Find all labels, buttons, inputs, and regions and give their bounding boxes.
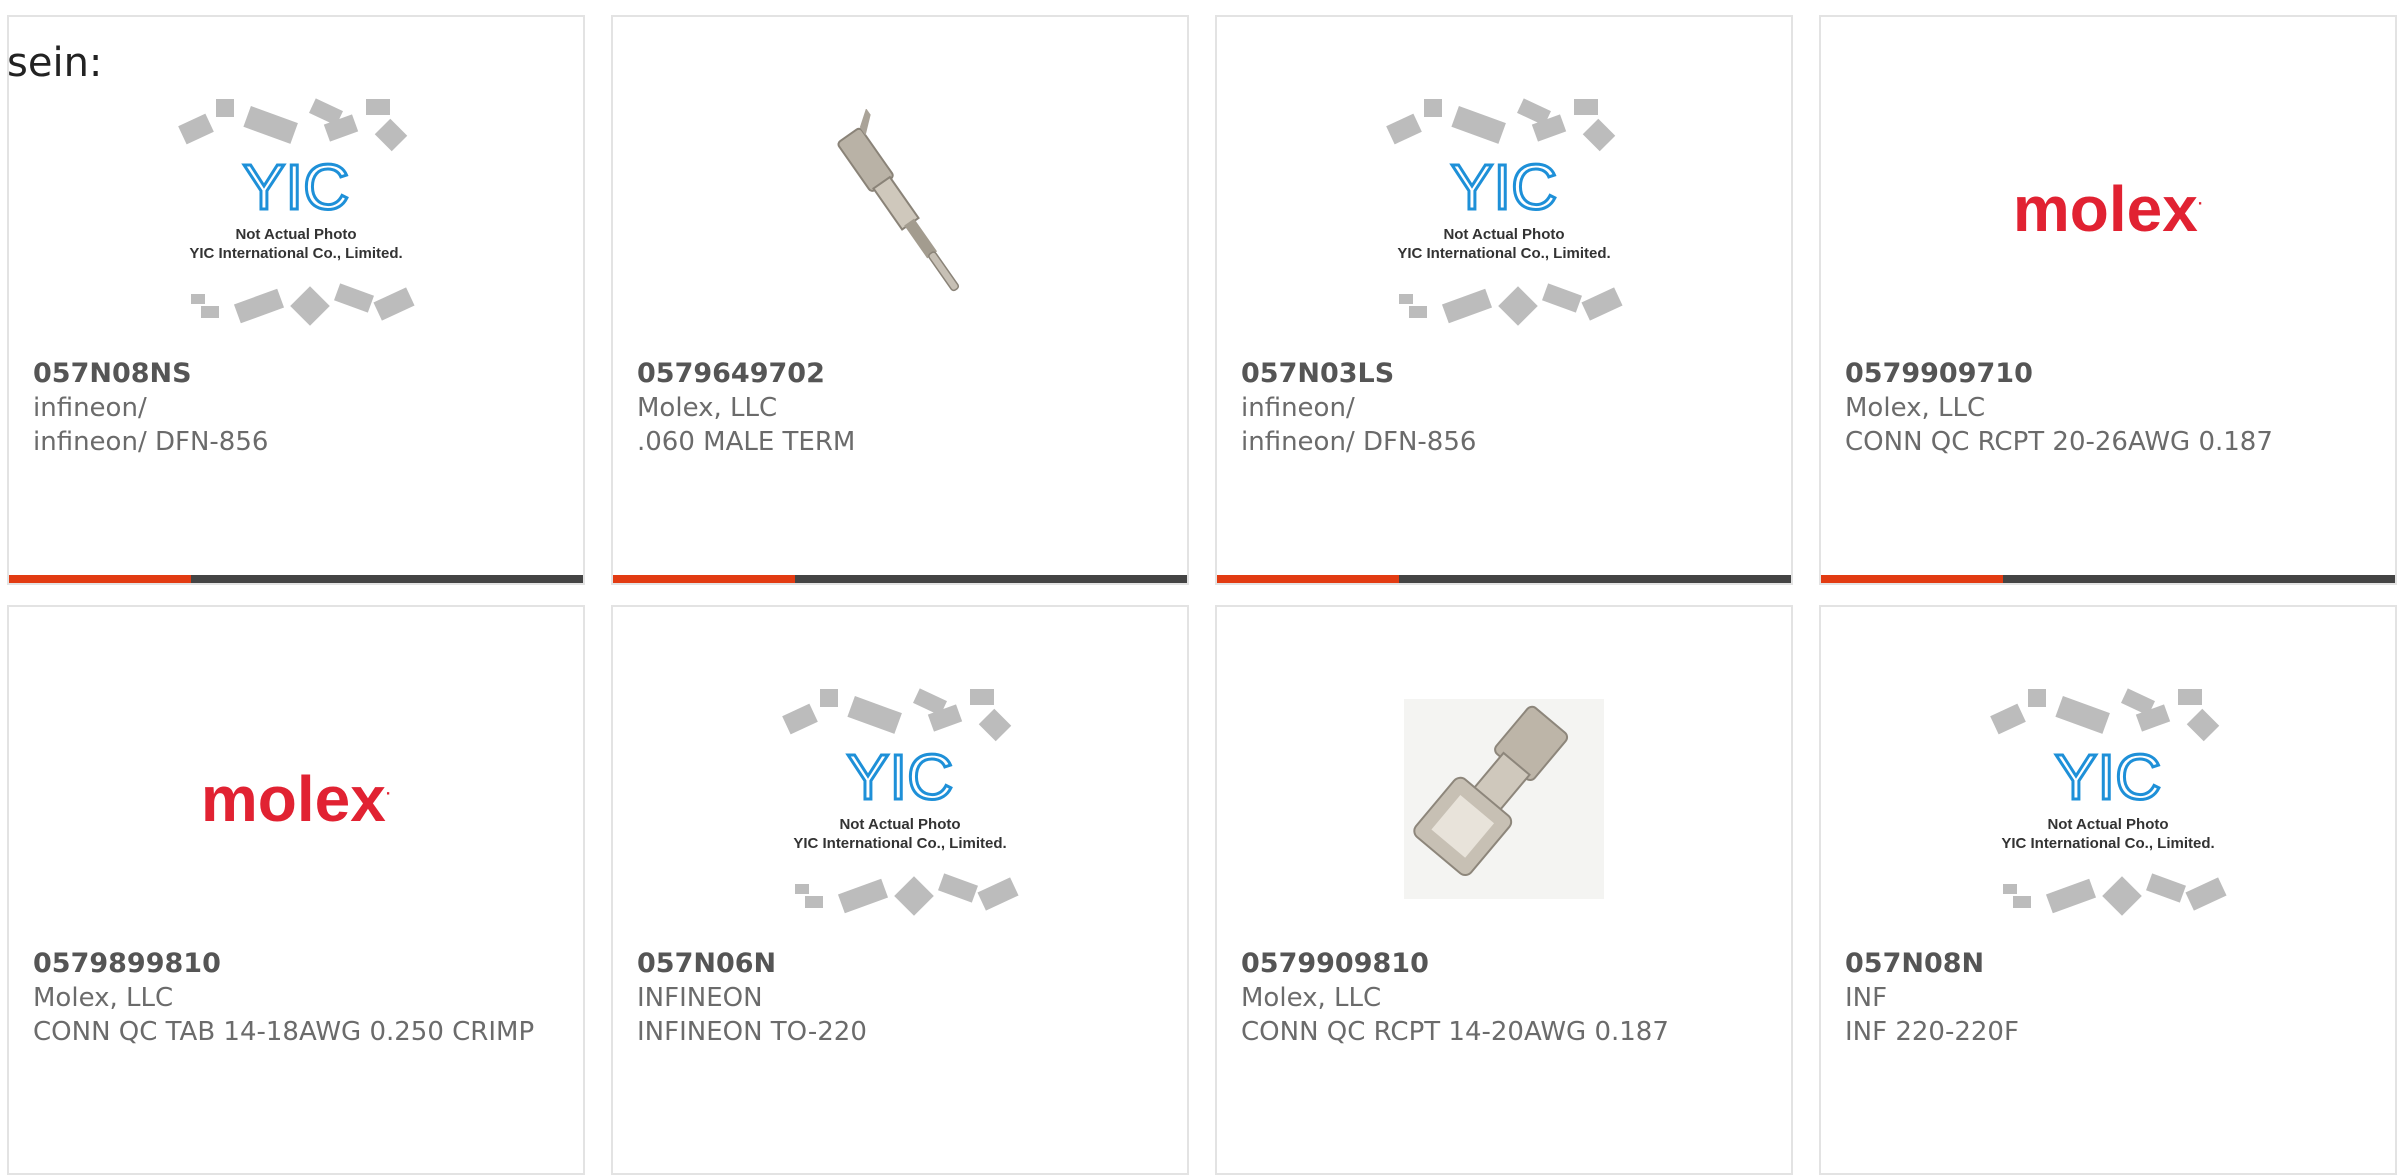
manufacturer: infineon/ [33, 393, 147, 423]
svg-text:Not Actual Photo: Not Actual Photo [1443, 226, 1564, 243]
part-number[interactable]: 057N06N [637, 947, 1171, 981]
svg-text:YIC: YIC [2055, 741, 2162, 813]
product-image [755, 79, 1045, 339]
svg-text:YIC: YIC [1451, 151, 1558, 223]
description: infineon/ DFN-856 [1241, 427, 1477, 457]
manufacturer: infineon/ [1241, 393, 1355, 423]
product-card[interactable]: YIC Not Actual Photo YIC International C… [611, 605, 1189, 1175]
svg-text:YIC International Co., Limited: YIC International Co., Limited. [189, 245, 402, 262]
molex-logo-image: molex· [1963, 79, 2253, 339]
description: infineon/ DFN-856 [33, 427, 269, 457]
product-info: 057N03LS infineon/ infineon/ DFN-856 [1241, 357, 1775, 459]
description: CONN QC RCPT 20-26AWG 0.187 [1845, 427, 2273, 457]
chip-collage-icon: YIC Not Actual Photo YIC International C… [178, 98, 415, 326]
product-image-placeholder: YIC Not Actual Photo YIC International C… [1359, 79, 1649, 339]
product-info: 0579909810 Molex, LLC CONN QC RCPT 14-20… [1241, 947, 1775, 1049]
molex-logo-icon: molex· [2012, 173, 2204, 245]
manufacturer: Molex, LLC [637, 393, 778, 423]
product-grid: YIC Not Actual Photo YIC International C… [0, 0, 2400, 1175]
description: .060 MALE TERM [637, 427, 856, 457]
svg-text:YIC: YIC [847, 741, 954, 813]
product-info: 0579909710 Molex, LLC CONN QC RCPT 20-26… [1845, 357, 2379, 459]
part-number[interactable]: 057N08N [1845, 947, 2379, 981]
chip-collage-icon: YIC Not Actual Photo YIC International C… [782, 688, 1019, 916]
manufacturer: INF [1845, 983, 1888, 1013]
svg-text:YIC: YIC [243, 151, 350, 223]
svg-text:YIC International Co., Limited: YIC International Co., Limited. [793, 835, 1006, 852]
product-card[interactable]: YIC Not Actual Photo YIC International C… [1819, 605, 2397, 1175]
part-number[interactable]: 0579649702 [637, 357, 1171, 391]
product-info: 057N08NS infineon/ infineon/ DFN-856 [33, 357, 567, 459]
manufacturer: Molex, LLC [1241, 983, 1382, 1013]
part-number[interactable]: 057N03LS [1241, 357, 1775, 391]
product-info: 057N06N INFINEON INFINEON TO-220 [637, 947, 1171, 1049]
svg-text:Not Actual Photo: Not Actual Photo [2047, 816, 2168, 833]
description: INFINEON TO-220 [637, 1017, 867, 1047]
product-card[interactable]: YIC Not Actual Photo YIC International C… [7, 15, 585, 585]
chip-collage-icon: YIC Not Actual Photo YIC International C… [1386, 98, 1623, 326]
product-card[interactable]: 0579909810 Molex, LLC CONN QC RCPT 14-20… [1215, 605, 1793, 1175]
chip-collage-icon: YIC Not Actual Photo YIC International C… [1990, 688, 2227, 916]
card-bar [1217, 575, 1791, 583]
manufacturer: INFINEON [637, 983, 763, 1013]
description: CONN QC TAB 14-18AWG 0.250 CRIMP [33, 1017, 535, 1047]
manufacturer: Molex, LLC [1845, 393, 1986, 423]
card-bar [1821, 575, 2395, 583]
product-image-placeholder: YIC Not Actual Photo YIC International C… [151, 79, 441, 339]
product-image-placeholder: YIC Not Actual Photo YIC International C… [755, 669, 1045, 929]
molex-logo-icon: molex· [200, 763, 392, 835]
product-card[interactable]: molex· 0579899810 Molex, LLC CONN QC TAB… [7, 605, 585, 1175]
manufacturer: Molex, LLC [33, 983, 174, 1013]
card-bar [613, 575, 1187, 583]
svg-text:YIC International Co., Limited: YIC International Co., Limited. [2001, 835, 2214, 852]
product-card[interactable]: molex· 0579909710 Molex, LLC CONN QC RCP… [1819, 15, 2397, 585]
product-info: 057N08N INF INF 220-220F [1845, 947, 2379, 1049]
part-number[interactable]: 0579909810 [1241, 947, 1775, 981]
part-number[interactable]: 0579909710 [1845, 357, 2379, 391]
description: CONN QC RCPT 14-20AWG 0.187 [1241, 1017, 1669, 1047]
product-card[interactable]: 0579649702 Molex, LLC .060 MALE TERM [611, 15, 1189, 585]
svg-text:YIC International Co., Limited: YIC International Co., Limited. [1397, 245, 1610, 262]
male-pin-icon [837, 109, 960, 292]
description: INF 220-220F [1845, 1017, 2019, 1047]
product-info: 0579899810 Molex, LLC CONN QC TAB 14-18A… [33, 947, 567, 1049]
part-number[interactable]: 057N08NS [33, 357, 567, 391]
part-number[interactable]: 0579899810 [33, 947, 567, 981]
molex-logo-image: molex· [151, 669, 441, 929]
receptacle-terminal-icon [1404, 699, 1604, 899]
product-info: 0579649702 Molex, LLC .060 MALE TERM [637, 357, 1171, 459]
svg-text:Not Actual Photo: Not Actual Photo [235, 226, 356, 243]
svg-text:Not Actual Photo: Not Actual Photo [839, 816, 960, 833]
product-image [1359, 669, 1649, 929]
product-image-placeholder: YIC Not Actual Photo YIC International C… [1963, 669, 2253, 929]
card-bar [9, 575, 583, 583]
section-label: sein: [7, 40, 103, 86]
product-card[interactable]: YIC Not Actual Photo YIC International C… [1215, 15, 1793, 585]
